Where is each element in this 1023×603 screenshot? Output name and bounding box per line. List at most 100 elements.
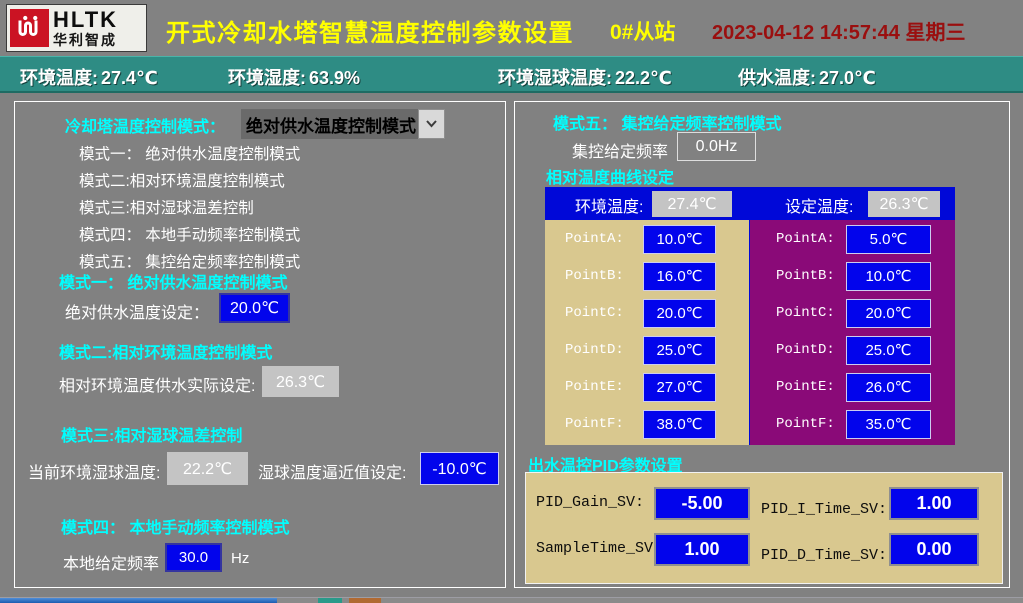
point-f-set-setpoint[interactable]: 35.0℃ <box>846 410 931 439</box>
table-row: PointD: 25.0℃ <box>545 332 749 368</box>
pid-i-time-label: PID_I_Time_SV: <box>761 501 887 518</box>
point-e-env-setpoint[interactable]: 27.0℃ <box>643 373 716 402</box>
curve-section-title: 相对温度曲线设定 <box>546 164 674 188</box>
point-d-env-setpoint[interactable]: 25.0℃ <box>643 336 716 365</box>
taskbar-icon <box>318 598 342 603</box>
point-label: PointA: <box>565 231 643 247</box>
taskbar-start-segment <box>0 598 277 603</box>
curve-set-temp-value: 26.3℃ <box>868 191 940 217</box>
current-wetbulb-value: 22.2℃ <box>167 452 248 485</box>
mode-select[interactable]: 绝对供水温度控制模式 <box>241 109 418 139</box>
point-b-env-setpoint[interactable]: 16.0℃ <box>643 262 716 291</box>
point-label: PointF: <box>776 416 846 432</box>
mode3-section-title: 模式三:相对湿球温差控制 <box>61 422 242 446</box>
point-label: PointC: <box>565 305 643 321</box>
central-frequency-label: 集控给定频率 <box>572 138 668 162</box>
table-row: PointA: 10.0℃ <box>545 221 749 257</box>
pid-gain-setpoint[interactable]: -5.00 <box>654 487 750 520</box>
local-frequency-setpoint[interactable]: 30.0 <box>165 543 222 572</box>
point-label: PointC: <box>776 305 846 321</box>
table-row: PointE: 27.0℃ <box>545 369 749 405</box>
logo-company-text: 华利智成 <box>53 33 118 47</box>
table-row: PointF: 38.0℃ <box>545 406 749 442</box>
env-temperature-reading: 环境温度:27.4℃ <box>20 64 158 90</box>
env-humidity-reading: 环境湿度:63.9% <box>228 64 360 90</box>
wetbulb-approach-setpoint[interactable]: -10.0℃ <box>420 452 499 485</box>
point-d-set-setpoint[interactable]: 25.0℃ <box>846 336 931 365</box>
mode4-section-title: 模式四： 本地手动频率控制模式 <box>61 514 289 538</box>
abs-supply-temp-label: 绝对供水温度设定： <box>65 299 209 323</box>
mode-list-item: 模式三:相对湿球温差控制 <box>79 195 300 222</box>
abs-supply-temp-setpoint[interactable]: 20.0℃ <box>219 293 290 323</box>
mode-list-item: 模式二:相对环境温度控制模式 <box>79 168 300 195</box>
point-label: PointE: <box>776 379 846 395</box>
main-area: 冷却塔温度控制模式： 绝对供水温度控制模式 模式一： 绝对供水温度控制模式 模式… <box>0 93 1023 597</box>
rel-env-temp-label: 相对环境温度供水实际设定: <box>59 372 255 396</box>
page-title: 开式冷却水塔智慧温度控制参数设置 <box>166 13 574 48</box>
point-label: PointD: <box>565 342 643 358</box>
point-label: PointB: <box>776 268 846 284</box>
point-f-env-setpoint[interactable]: 38.0℃ <box>643 410 716 439</box>
central-frequency-value: 0.0Hz <box>677 132 756 161</box>
hltk-logo-icon <box>10 9 49 47</box>
environment-status-bar: 环境温度:27.4℃ 环境湿度:63.9% 环境湿球温度:22.2℃ 供水温度:… <box>0 56 1023 93</box>
point-label: PointA: <box>776 231 846 247</box>
mode1-section-title: 模式一： 绝对供水温度控制模式 <box>59 269 287 293</box>
table-row: PointB: 10.0℃ <box>750 258 955 294</box>
table-row: PointE: 26.0℃ <box>750 369 955 405</box>
station-label: 0#从站 <box>610 16 675 46</box>
rel-env-temp-actual-value: 26.3℃ <box>262 366 339 397</box>
mode-select-dropdown-button[interactable] <box>418 109 445 139</box>
pid-gain-label: PID_Gain_SV: <box>536 494 644 511</box>
point-c-set-setpoint[interactable]: 20.0℃ <box>846 299 931 328</box>
env-wetbulb-reading: 环境湿球温度:22.2℃ <box>498 64 672 90</box>
point-e-set-setpoint[interactable]: 26.0℃ <box>846 373 931 402</box>
mode2-section-title: 模式二:相对环境温度控制模式 <box>59 339 272 363</box>
set-temp-points-column: PointA: 5.0℃ PointB: 10.0℃ PointC: 20.0℃… <box>750 220 955 445</box>
chevron-down-icon <box>425 115 438 133</box>
relative-temp-curve-table: 环境温度: 27.4℃ 设定温度: 26.3℃ PointA: 10.0℃ Po… <box>545 187 955 445</box>
mode-select-value: 绝对供水温度控制模式 <box>246 112 416 137</box>
current-wetbulb-label: 当前环境湿球温度: <box>28 459 160 483</box>
point-label: PointE: <box>565 379 643 395</box>
hmi-window: HLTK 华利智成 开式冷却水塔智慧温度控制参数设置 0#从站 2023-04-… <box>0 0 1023 603</box>
table-row: PointA: 5.0℃ <box>750 221 955 257</box>
point-b-set-setpoint[interactable]: 10.0℃ <box>846 262 931 291</box>
table-row: PointC: 20.0℃ <box>750 295 955 331</box>
taskbar-edge <box>0 597 1023 603</box>
point-a-set-setpoint[interactable]: 5.0℃ <box>846 225 931 254</box>
curve-table-header: 环境温度: 27.4℃ 设定温度: 26.3℃ <box>545 187 955 220</box>
curve-set-temp-label: 设定温度: <box>785 193 853 217</box>
pid-i-time-setpoint[interactable]: 1.00 <box>889 487 979 520</box>
company-logo: HLTK 华利智成 <box>6 4 147 52</box>
table-row: PointD: 25.0℃ <box>750 332 955 368</box>
mode-select-label: 冷却塔温度控制模式： <box>65 113 225 137</box>
point-a-env-setpoint[interactable]: 10.0℃ <box>643 225 716 254</box>
mode-list-item: 模式四： 本地手动频率控制模式 <box>79 222 300 249</box>
env-temp-points-column: PointA: 10.0℃ PointB: 16.0℃ PointC: 20.0… <box>545 220 749 445</box>
sample-time-label: SampleTime_SV: <box>536 540 662 557</box>
table-row: PointF: 35.0℃ <box>750 406 955 442</box>
datetime-display: 2023-04-12 14:57:44 星期三 <box>712 16 965 45</box>
curve-env-temp-value: 27.4℃ <box>652 191 732 217</box>
wetbulb-approach-label: 湿球温度逼近值设定: <box>258 459 406 483</box>
taskbar-icon <box>349 598 381 603</box>
point-c-env-setpoint[interactable]: 20.0℃ <box>643 299 716 328</box>
mode-list: 模式一： 绝对供水温度控制模式 模式二:相对环境温度控制模式 模式三:相对湿球温… <box>79 141 300 276</box>
logo-brand-text: HLTK <box>53 9 118 31</box>
pid-parameters-panel: PID_Gain_SV: -5.00 PID_I_Time_SV: 1.00 S… <box>525 472 1003 584</box>
mode5-section-title: 模式五： 集控给定频率控制模式 <box>553 110 781 134</box>
point-label: PointD: <box>776 342 846 358</box>
pid-d-time-setpoint[interactable]: 0.00 <box>889 533 979 566</box>
curve-and-pid-panel: 模式五： 集控给定频率控制模式 集控给定频率 0.0Hz 相对温度曲线设定 环境… <box>514 101 1010 588</box>
header: HLTK 华利智成 开式冷却水塔智慧温度控制参数设置 0#从站 2023-04-… <box>0 0 1023 56</box>
supply-water-temp-reading: 供水温度:27.0℃ <box>738 64 876 90</box>
sample-time-setpoint[interactable]: 1.00 <box>654 533 750 566</box>
curve-env-temp-label: 环境温度: <box>575 193 643 217</box>
local-frequency-unit: Hz <box>231 550 249 567</box>
point-label: PointF: <box>565 416 643 432</box>
table-row: PointC: 20.0℃ <box>545 295 749 331</box>
point-label: PointB: <box>565 268 643 284</box>
mode-list-item: 模式一： 绝对供水温度控制模式 <box>79 141 300 168</box>
table-row: PointB: 16.0℃ <box>545 258 749 294</box>
